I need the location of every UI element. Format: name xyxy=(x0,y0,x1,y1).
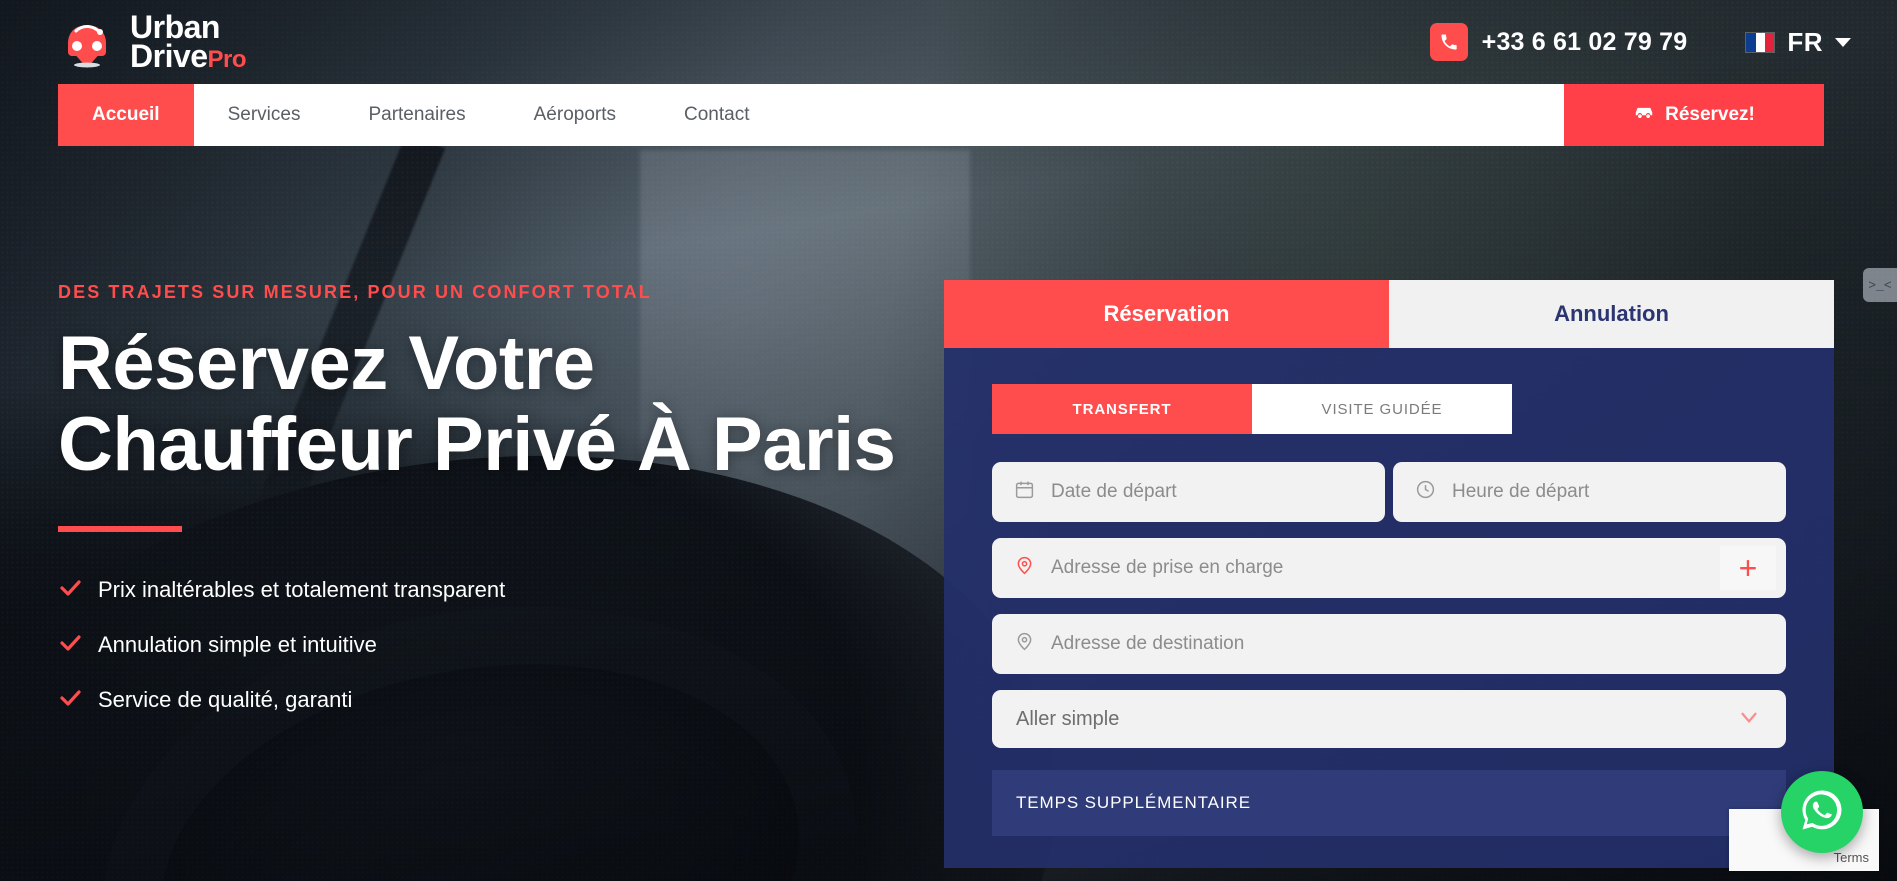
booking-panel: Réservation Annulation TRANSFERT VISITE … xyxy=(944,280,1834,868)
nav-item-partenaires[interactable]: Partenaires xyxy=(334,84,499,146)
hero-title-line2: Chauffeur Privé À Paris xyxy=(58,402,896,488)
nav-item-accueil[interactable]: Accueil xyxy=(58,84,194,146)
subtab-label: VISITE GUIDÉE xyxy=(1321,400,1443,418)
departure-date-field[interactable]: Date de départ xyxy=(992,462,1385,522)
feature-item: Annulation simple et intuitive xyxy=(58,631,938,660)
nav-item-services[interactable]: Services xyxy=(194,84,335,146)
reserve-button[interactable]: Réservez! xyxy=(1564,84,1824,146)
phone-number: +33 6 61 02 79 79 xyxy=(1481,27,1688,56)
brand-logo[interactable]: Urban DrivePro xyxy=(56,11,247,74)
feature-item: Service de qualité, garanti xyxy=(58,686,938,715)
extra-time-section-header: TEMPS SUPPLÉMENTAIRE xyxy=(992,770,1786,836)
extra-time-title: TEMPS SUPPLÉMENTAIRE xyxy=(1016,793,1251,812)
map-pin-icon xyxy=(1014,631,1035,657)
booking-form: TRANSFERT VISITE GUIDÉE Date de départ H xyxy=(944,348,1834,868)
top-bar-right: +33 6 61 02 79 79 FR xyxy=(1429,23,1851,61)
side-widget-toggle[interactable]: >_< xyxy=(1863,268,1897,302)
hero-title: Réservez Votre Chauffeur Privé À Paris xyxy=(58,323,938,486)
nav-item-contact[interactable]: Contact xyxy=(650,84,783,146)
hero-content: DES TRAJETS SUR MESURE, POUR UN CONFORT … xyxy=(58,282,938,715)
tab-annulation[interactable]: Annulation xyxy=(1389,280,1834,348)
feature-item: Prix inaltérables et totalement transpar… xyxy=(58,576,938,605)
clock-icon xyxy=(1415,479,1436,505)
feature-label: Prix inaltérables et totalement transpar… xyxy=(98,577,506,603)
trip-type-value: Aller simple xyxy=(1016,707,1120,730)
phone-link[interactable]: +33 6 61 02 79 79 xyxy=(1429,23,1688,61)
nav-label: Contact xyxy=(684,104,750,125)
pickup-address-placeholder: Adresse de prise en charge xyxy=(1051,557,1284,578)
tab-label: Réservation xyxy=(1103,301,1230,326)
hero-feature-list: Prix inaltérables et totalement transpar… xyxy=(58,576,938,715)
tab-label: Annulation xyxy=(1554,301,1669,326)
nav-label: Aéroports xyxy=(533,104,616,125)
side-widget-label: >_< xyxy=(1868,277,1892,293)
pickup-row: Adresse de prise en charge + xyxy=(992,538,1786,598)
whatsapp-button[interactable] xyxy=(1781,771,1863,853)
main-navigation: Accueil Services Partenaires Aéroports C… xyxy=(58,84,1824,146)
tab-reservation[interactable]: Réservation xyxy=(944,280,1389,348)
departure-date-placeholder: Date de départ xyxy=(1051,481,1177,502)
departure-time-placeholder: Heure de départ xyxy=(1452,481,1590,502)
check-icon xyxy=(58,631,82,660)
booking-subtabs: TRANSFERT VISITE GUIDÉE xyxy=(992,384,1512,434)
feature-label: Service de qualité, garanti xyxy=(98,687,353,713)
brand-suffix: Pro xyxy=(207,46,247,73)
whatsapp-icon xyxy=(1798,786,1846,839)
feature-label: Annulation simple et intuitive xyxy=(98,632,377,658)
departure-time-field[interactable]: Heure de départ xyxy=(1393,462,1786,522)
reserve-button-label: Réservez! xyxy=(1665,104,1755,125)
calendar-icon xyxy=(1014,479,1035,505)
nav-label: Services xyxy=(227,104,301,125)
check-icon xyxy=(58,686,82,715)
language-code: FR xyxy=(1787,26,1823,57)
hero-divider xyxy=(58,525,182,532)
car-icon xyxy=(1633,104,1655,126)
car-pin-icon xyxy=(56,13,118,71)
subtab-label: TRANSFERT xyxy=(1072,400,1172,418)
nav-label: Accueil xyxy=(92,104,160,125)
brand-name-line2: Drive xyxy=(130,38,208,74)
nav-items: Accueil Services Partenaires Aéroports C… xyxy=(58,84,1564,146)
top-bar: Urban DrivePro +33 6 61 02 79 79 FR xyxy=(0,0,1897,84)
add-stop-button[interactable]: + xyxy=(1720,546,1776,590)
subtab-visite-guidee[interactable]: VISITE GUIDÉE xyxy=(1252,384,1512,434)
destination-address-field[interactable]: Adresse de destination xyxy=(992,614,1786,674)
france-flag-icon xyxy=(1745,31,1776,53)
map-pin-icon xyxy=(1014,555,1035,581)
hero-title-line1: Réservez Votre xyxy=(58,321,595,406)
destination-address-placeholder: Adresse de destination xyxy=(1051,633,1245,654)
check-icon xyxy=(58,576,82,605)
trip-type-select[interactable]: Aller simple xyxy=(992,690,1786,748)
phone-icon xyxy=(1429,23,1468,61)
chevron-down-icon xyxy=(1835,37,1851,47)
brand-wordmark: Urban DrivePro xyxy=(130,11,247,74)
hero-tagline: DES TRAJETS SUR MESURE, POUR UN CONFORT … xyxy=(58,282,652,302)
pickup-address-field[interactable]: Adresse de prise en charge + xyxy=(992,538,1786,598)
nav-item-aeroports[interactable]: Aéroports xyxy=(500,84,650,146)
recaptcha-terms-link[interactable]: Terms xyxy=(1834,850,1869,865)
booking-tabs: Réservation Annulation xyxy=(944,280,1834,348)
chevron-down-icon xyxy=(1736,704,1762,735)
datetime-row: Date de départ Heure de départ xyxy=(992,462,1786,522)
subtab-transfert[interactable]: TRANSFERT xyxy=(992,384,1252,434)
destination-row: Adresse de destination xyxy=(992,614,1786,674)
nav-label: Partenaires xyxy=(368,104,466,125)
language-selector[interactable]: FR xyxy=(1745,27,1851,58)
